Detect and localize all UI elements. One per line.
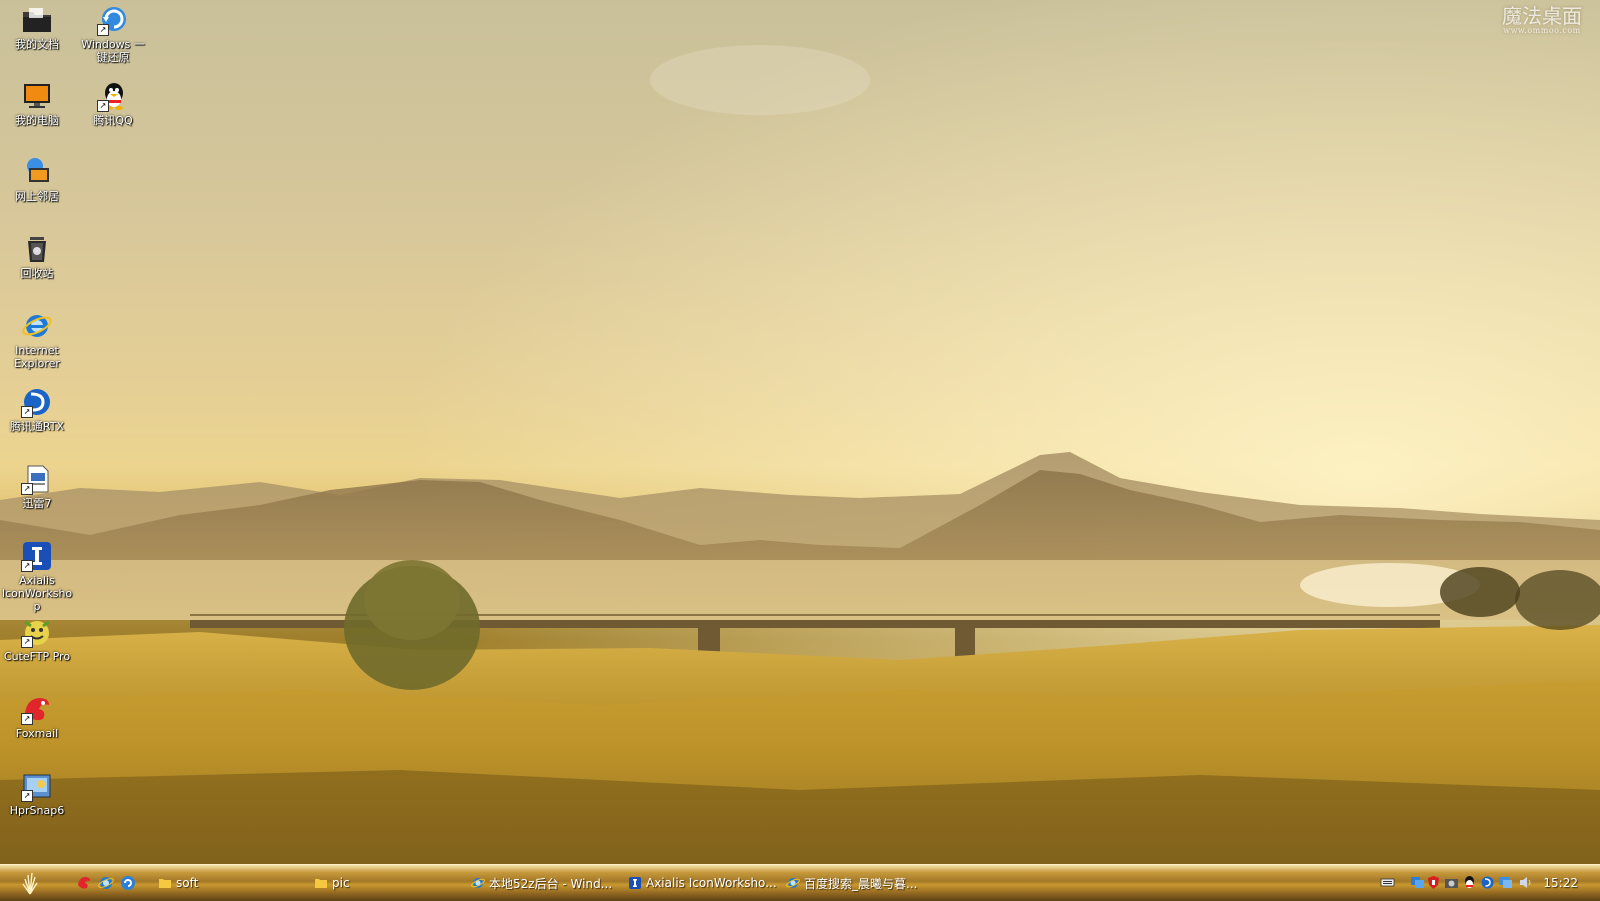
axialis-icon: ↗ [21, 540, 53, 572]
shortcut-arrow-icon: ↗ [21, 406, 33, 418]
shortcut-arrow-icon: ↗ [97, 100, 109, 112]
quick-launch-browser[interactable] [120, 875, 136, 891]
folder-icon [21, 4, 53, 36]
taskbar-clock[interactable]: 15:22 [1543, 876, 1578, 890]
taskbar-button-ie-local[interactable]: 本地52z后台 - Wind... [471, 873, 621, 893]
desktop-icon-label: Internet Explorer [14, 344, 60, 370]
desktop-icon-label: CuteFTP Pro [3, 650, 71, 663]
thunder-icon: ↗ [21, 463, 53, 495]
taskbar-button-pic[interactable]: pic [314, 873, 454, 893]
qq-icon: ↗ [97, 80, 129, 112]
computer-icon [21, 80, 53, 112]
desktop-icon-label: 网上邻居 [15, 190, 59, 203]
keyboard-icon[interactable] [1380, 875, 1395, 890]
network-icon [21, 156, 53, 188]
desktop-icon-label: 回收站 [20, 267, 54, 280]
recycle-bin-icon [21, 233, 53, 265]
cuteftp-icon: ↗ [21, 616, 53, 648]
shortcut-arrow-icon: ↗ [21, 790, 33, 802]
quick-launch-ie[interactable] [98, 875, 114, 891]
desktop-icon-my-computer[interactable]: 我的电脑 [0, 80, 74, 127]
desktop-icon-cuteftp[interactable]: ↗ CuteFTP Pro [0, 616, 74, 663]
watermark-url: www.ommoo.com [1503, 26, 1581, 35]
desktop-icon-label: 我的文档 [15, 38, 59, 51]
start-button[interactable] [18, 871, 42, 895]
desktop-icon-internet-explorer[interactable]: Internet Explorer [0, 310, 74, 370]
desktop-icon-foxmail[interactable]: ↗ Foxmail [0, 693, 74, 740]
wallpaper [0, 0, 1600, 864]
reed-logo-icon [22, 872, 38, 895]
desktop-icon-windows-restore[interactable]: ↗ Windows 一键还原 [76, 4, 150, 64]
folder-icon [315, 879, 327, 888]
rtx-tray-icon[interactable] [1480, 875, 1495, 890]
windows-restore-icon: ↗ [97, 4, 129, 36]
qq-tray-icon[interactable] [1462, 875, 1477, 890]
foxmail-icon [78, 877, 91, 889]
shortcut-arrow-icon: ↗ [21, 713, 33, 725]
desktop-icon-label: 腾讯通RTX [9, 420, 65, 433]
desktop-icon-label: 我的电脑 [15, 114, 59, 127]
shortcut-arrow-icon: ↗ [97, 24, 109, 36]
shortcut-arrow-icon: ↗ [21, 560, 33, 572]
taskbar: soft pic 本地52z后台 - Wind... Axialis IconW… [0, 864, 1600, 901]
task-label: 百度搜索_晨曦与暮... [804, 876, 918, 891]
desktop-icon-axialis[interactable]: ↗ Axialis IconWorkshop [0, 540, 74, 613]
desktop: 魔法桌面 www.ommoo.com 我的文档 我的电脑 网上邻居 回收站 In… [0, 0, 1600, 864]
internet-explorer-icon [98, 877, 114, 889]
task-label: Axialis IconWorksho... [646, 876, 777, 890]
internet-explorer-icon [786, 878, 800, 888]
desktop-icon-my-documents[interactable]: 我的文档 [0, 4, 74, 51]
taskbar-button-soft[interactable]: soft [158, 873, 298, 893]
camera-icon[interactable] [1444, 875, 1459, 890]
desktop-icon-rtx[interactable]: ↗ 腾讯通RTX [0, 386, 74, 433]
taskbar-button-ie-baidu[interactable]: 百度搜索_晨曦与暮... [786, 873, 936, 893]
shortcut-arrow-icon: ↗ [21, 636, 33, 648]
desktop-icon-label: Axialis IconWorkshop [1, 574, 73, 613]
desktop-icon-label: HprSnap6 [9, 804, 65, 817]
desktop-icon-label: 腾讯QQ [93, 114, 133, 127]
folder-icon [159, 879, 171, 888]
desktop-icon-network[interactable]: 网上邻居 [0, 156, 74, 203]
volume-icon[interactable] [1518, 875, 1533, 890]
desktop-icon-qq[interactable]: ↗ 腾讯QQ [76, 80, 150, 127]
desktop-icon-label: Foxmail [15, 727, 59, 740]
watermark-text: 魔法桌面 [1502, 4, 1582, 28]
hprsnap-icon: ↗ [21, 770, 53, 802]
desktop-icon-hprsnap[interactable]: ↗ HprSnap6 [0, 770, 74, 817]
wallpaper-watermark: 魔法桌面 www.ommoo.com [1502, 6, 1582, 36]
desktop-icon-label: 迅雷7 [22, 497, 52, 510]
desktop-icon-recycle-bin[interactable]: 回收站 [0, 233, 74, 280]
foxmail-icon: ↗ [21, 693, 53, 725]
network-tray-icon[interactable] [1410, 875, 1425, 890]
monitor-icon[interactable] [1498, 875, 1513, 890]
task-label: pic [332, 876, 350, 890]
desktop-icon-thunder[interactable]: ↗ 迅雷7 [0, 463, 74, 510]
rtx-icon: ↗ [21, 386, 53, 418]
axialis-icon [629, 877, 641, 889]
internet-explorer-icon [21, 310, 53, 342]
task-label: 本地52z后台 - Wind... [489, 876, 613, 891]
taskbar-button-axialis[interactable]: Axialis IconWorksho... [628, 873, 778, 893]
desktop-icon-label: Windows 一键还原 [81, 38, 145, 64]
internet-explorer-icon [471, 878, 485, 888]
security-icon[interactable] [1426, 875, 1441, 890]
shortcut-arrow-icon: ↗ [21, 483, 33, 495]
quick-launch-foxmail[interactable] [76, 875, 92, 891]
browser-icon [121, 876, 135, 890]
task-label: soft [176, 876, 199, 890]
